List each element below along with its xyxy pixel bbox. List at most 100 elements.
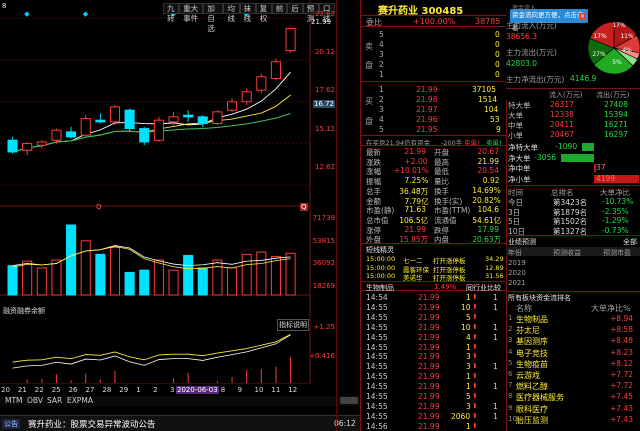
tab-draw-line[interactable]: 抹线: [239, 3, 256, 23]
sector-name[interactable]: 基因测序: [516, 336, 548, 347]
event-time: 15:00:00: [366, 255, 396, 263]
tick-list[interactable]: 14:54 21.99 1 ⬆ 1 14:55 21.99 10 ⬆ 1 14:55 21.99 5 ⬆ 1…: [361, 292, 506, 431]
tab-mtm[interactable]: MTM: [5, 396, 23, 405]
buy-level: 5: [379, 125, 384, 134]
candle[interactable]: [22, 143, 33, 151]
sector-name[interactable]: 生物制品: [516, 314, 548, 325]
volume-bar: [109, 247, 121, 296]
candle[interactable]: [227, 101, 238, 111]
candle[interactable]: [153, 119, 164, 141]
tab-sar[interactable]: SAR: [47, 396, 62, 405]
forecast-year: 2021: [508, 279, 526, 287]
ma-label: 8: [2, 2, 7, 10]
sector-flow-ranking: 所有板块资金流排名 名称 大单净比% 1 生物制品 +8.94 2 芬太尼 +8.58 3 基…: [506, 291, 640, 431]
candle[interactable]: [66, 131, 77, 138]
close-icon[interactable]: ×: [579, 13, 586, 20]
date-tick: 26: [68, 386, 78, 394]
sector-rank: 6: [508, 370, 513, 378]
candle[interactable]: [80, 118, 91, 136]
order-inflow: 12338: [550, 110, 574, 119]
candle[interactable]: [270, 61, 281, 79]
tick-time: 14:55: [366, 392, 388, 401]
scroll-handle[interactable]: [340, 397, 358, 404]
sector-name[interactable]: 芬太尼: [516, 325, 540, 336]
candle[interactable]: [168, 116, 179, 123]
sector-name[interactable]: 云游戏: [516, 370, 540, 381]
event-marker-icon[interactable]: ◆: [83, 10, 89, 18]
outflow-header: 流出(万元): [596, 91, 630, 99]
candle[interactable]: [183, 114, 194, 118]
stat-value: 7.25%: [404, 176, 429, 186]
axis-current-label: 16.72: [312, 100, 335, 108]
sector-name[interactable]: 胎压监测: [516, 415, 548, 426]
tick-trades: 1: [493, 322, 498, 332]
sector-name[interactable]: 电子竞技: [516, 348, 548, 359]
tick-volume: 2060: [451, 411, 471, 421]
sector-name[interactable]: 燃料乙醇: [516, 381, 548, 392]
sector-ratio: +8.58: [610, 325, 633, 335]
news-bar[interactable]: 公告 赛升药业：股票交易异常波动公告 06:12: [0, 415, 360, 431]
tick-trades: 1: [493, 401, 498, 411]
candle[interactable]: [109, 106, 121, 123]
candle[interactable]: [95, 119, 106, 123]
sell-level: 2: [379, 60, 384, 69]
tick-time: 14:55: [366, 372, 388, 382]
tick-time: 14:55: [366, 411, 388, 421]
tab-add-favorite[interactable]: 加自选: [203, 3, 224, 33]
tick-time: 14:55: [366, 352, 388, 362]
tick-time: 14:55: [366, 401, 388, 411]
tab-obv[interactable]: OBV: [27, 396, 43, 405]
stat-value: 21.99: [404, 147, 426, 156]
volume-bar: [22, 260, 33, 296]
tab-adjust[interactable]: 复权: [255, 3, 272, 23]
tick-price: 21.99: [418, 421, 440, 431]
commission-row: 委比 +100.00% 38785: [361, 17, 506, 27]
candle[interactable]: [197, 116, 208, 125]
date-tick: 25: [51, 386, 61, 394]
sector-name[interactable]: 医疗器械服务: [516, 392, 564, 403]
candle[interactable]: [256, 76, 267, 91]
date-tick: 9: [237, 386, 243, 394]
candle[interactable]: [7, 139, 18, 153]
candle[interactable]: [241, 91, 252, 103]
event-marker-icon[interactable]: ◆: [24, 10, 30, 18]
sell-level: 1: [379, 70, 384, 79]
candle[interactable]: [51, 129, 62, 141]
sell-side-char: 卖: [365, 42, 373, 51]
volume-bar: [241, 253, 252, 296]
candle[interactable]: [36, 141, 47, 146]
indicator-help-button[interactable]: 指标说明: [277, 319, 309, 331]
main-net-label: 主力净流出(万元): [506, 75, 565, 84]
news-headline[interactable]: 赛升药业：股票交易异常波动公告: [28, 418, 156, 430]
tab-events[interactable]: 重大事件: [179, 3, 204, 23]
kline-chart-area[interactable]: ◆◆◆◆ 九转 重大事件 加自选 均线 抹线 复权 前 后 预测 口线 8 21…: [0, 0, 336, 384]
sector-rank: 1: [508, 314, 513, 322]
commission-val: 38785: [475, 17, 501, 26]
candle[interactable]: [139, 128, 150, 143]
volume-bar: [95, 253, 106, 296]
main-inflow-label: 主力流入(万元): [506, 21, 557, 30]
up-arrow-icon: ⬆: [472, 362, 478, 371]
net-flow-bars: 净特大单 -1090 净大单 -3056 净中单 37 净小单 4199: [506, 141, 640, 185]
sector-name[interactable]: 生物疫苗: [516, 359, 548, 370]
forecast-all-link[interactable]: 全部: [623, 237, 637, 247]
net-flow-bar: [561, 153, 594, 162]
up-arrow-icon: ⬆: [472, 382, 478, 391]
price-axis: 22.62 20.12 17.62 16.72 15.12 12.62 7173…: [309, 0, 335, 384]
events-title: 短线精灵: [366, 246, 394, 254]
stock-header: 赛升药业 300485: [361, 0, 506, 17]
tab-forward[interactable]: 前: [271, 3, 288, 14]
tab-back[interactable]: 后: [287, 3, 303, 14]
volume-bar: [36, 267, 47, 296]
indicator-line: [12, 334, 291, 369]
sell-volume: 0: [495, 60, 500, 69]
tab-expma[interactable]: EXPMA: [67, 396, 93, 405]
candle[interactable]: [212, 111, 223, 125]
volume-bar: [66, 224, 77, 296]
tab-jiuzhuan[interactable]: 九转: [163, 3, 180, 23]
tick-time: 14:55: [366, 342, 388, 352]
tab-ma[interactable]: 均线: [223, 3, 240, 23]
candle[interactable]: [285, 28, 296, 52]
candle[interactable]: [124, 109, 135, 130]
sector-name[interactable]: 眼科医疗: [516, 404, 548, 415]
